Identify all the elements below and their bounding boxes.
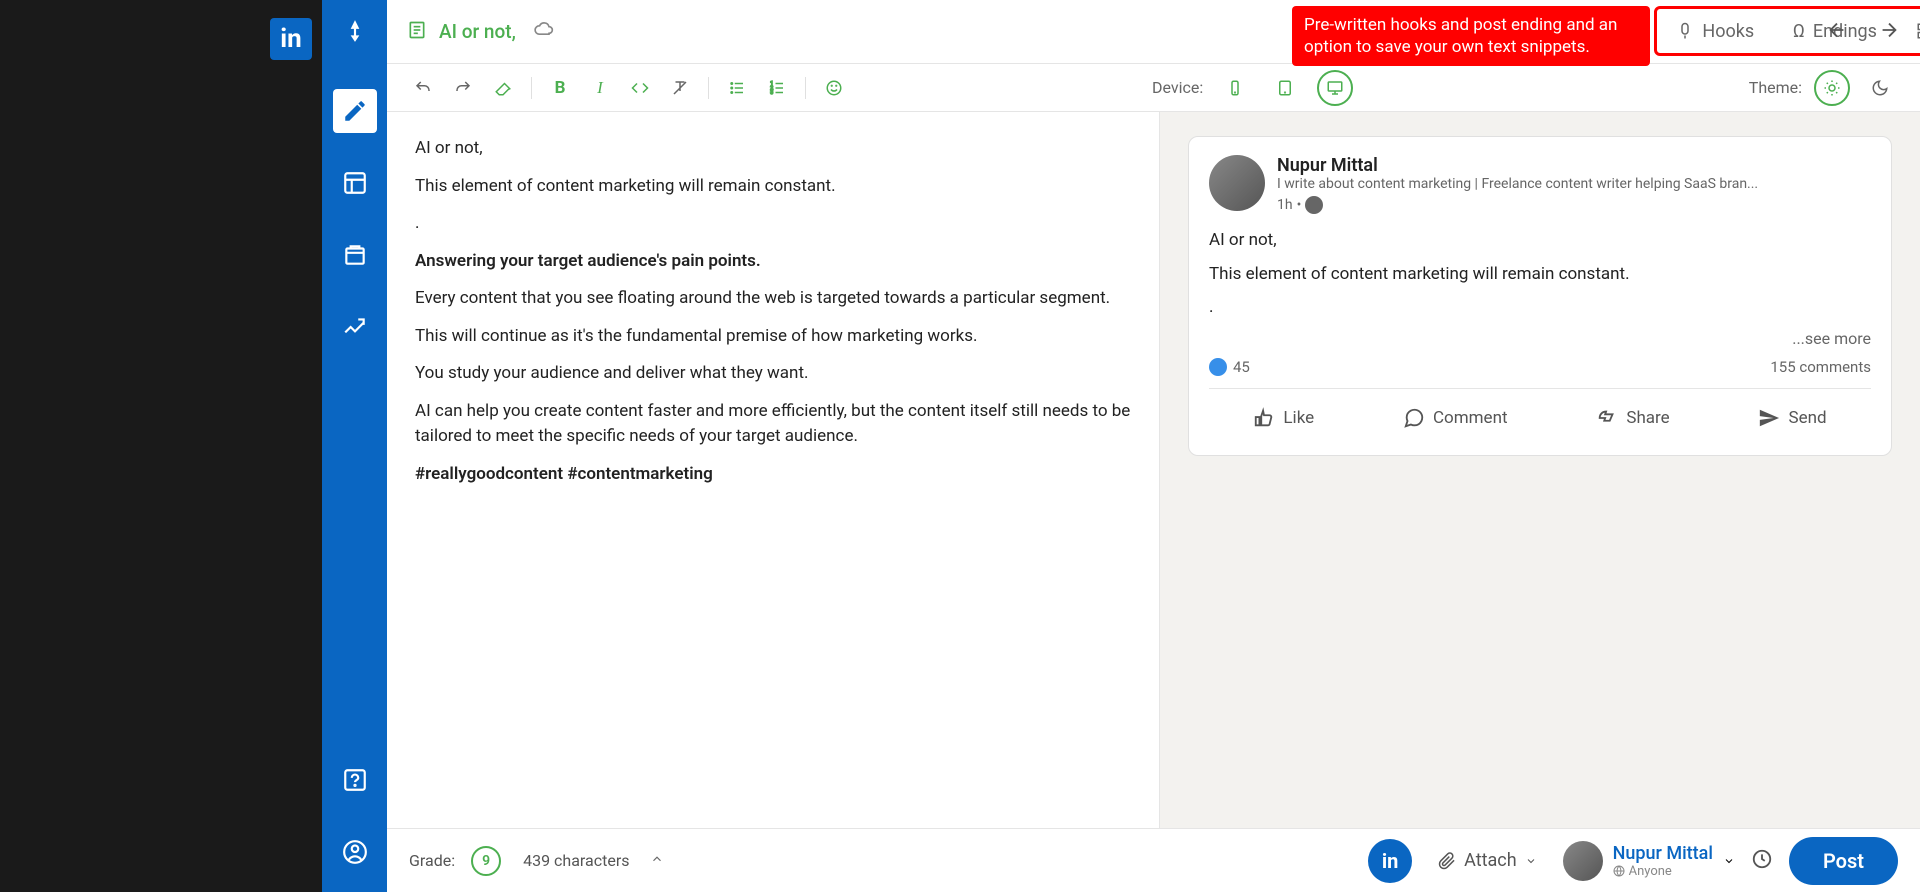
see-more-link[interactable]: ...see more — [1209, 329, 1871, 348]
reactions[interactable]: 45 — [1209, 358, 1250, 376]
grade-label: Grade: — [409, 851, 455, 870]
posting-as-user[interactable]: Nupur Mittal Anyone — [1563, 841, 1735, 881]
editor-line: . — [415, 211, 1131, 237]
nav-forward-icon[interactable] — [1878, 19, 1900, 45]
svg-text:3: 3 — [770, 90, 773, 96]
top-bar: AI or not, Pre-written hooks and post en… — [387, 0, 1920, 64]
bullet-list-button[interactable] — [721, 72, 753, 104]
nav-help[interactable] — [333, 758, 377, 802]
chevron-up-icon[interactable] — [650, 851, 664, 870]
nav-back-icon[interactable] — [1826, 19, 1848, 45]
clear-format-button[interactable] — [664, 72, 696, 104]
comment-count[interactable]: 155 comments — [1770, 358, 1871, 376]
theme-label: Theme: — [1749, 78, 1802, 97]
editor-line: You study your audience and deliver what… — [415, 361, 1131, 387]
avatar — [1209, 155, 1265, 211]
editor-line: AI can help you create content faster an… — [415, 399, 1131, 450]
comment-button[interactable]: Comment — [1387, 399, 1524, 437]
nav-drafts[interactable] — [333, 233, 377, 277]
nav-templates[interactable] — [333, 161, 377, 205]
nav-profile[interactable] — [333, 830, 377, 874]
footer-bar: Grade: 9 439 characters in Attach Nupur … — [387, 828, 1920, 892]
device-mobile-button[interactable] — [1217, 70, 1253, 106]
separator — [708, 77, 709, 99]
left-sidebar — [322, 0, 387, 892]
editor-line: This element of content marketing will r… — [415, 174, 1131, 200]
document-title[interactable]: AI or not, — [439, 20, 516, 43]
omega-icon: Ω — [1793, 21, 1805, 42]
linkedin-post-preview: Nupur Mittal I write about content marke… — [1188, 136, 1892, 456]
numbered-list-button[interactable]: 123 — [761, 72, 793, 104]
app-logo — [342, 18, 368, 51]
globe-icon — [1305, 196, 1323, 214]
emoji-button[interactable] — [818, 72, 850, 104]
audience-label: Anyone — [1613, 864, 1713, 879]
share-button[interactable]: Share — [1580, 399, 1685, 437]
hooks-button[interactable]: Hooks — [1666, 15, 1764, 48]
code-button[interactable] — [624, 72, 656, 104]
app-window: AI or not, Pre-written hooks and post en… — [322, 0, 1920, 892]
post-time: 1h • — [1277, 196, 1871, 214]
nav-edit[interactable] — [333, 89, 377, 133]
reaction-icon — [1209, 358, 1227, 376]
send-button[interactable]: Send — [1742, 399, 1842, 437]
content-row: AI or not, This element of content marke… — [387, 112, 1920, 828]
editor-line: Every content that you see floating arou… — [415, 286, 1131, 312]
post-line: . — [1209, 295, 1871, 321]
editor-line: Answering your target audience's pain po… — [415, 249, 1131, 275]
post-line: AI or not, — [1209, 228, 1871, 254]
user-name: Nupur Mittal — [1613, 843, 1713, 864]
nav-arrows — [1826, 0, 1900, 64]
theme-light-button[interactable] — [1814, 70, 1850, 106]
reaction-count: 45 — [1233, 358, 1250, 376]
document-icon — [407, 20, 427, 44]
editor-line: This will continue as it's the fundament… — [415, 324, 1131, 350]
nav-analytics[interactable] — [333, 305, 377, 349]
separator — [805, 77, 806, 99]
linkedin-icon[interactable]: in — [1368, 839, 1412, 883]
italic-button[interactable]: I — [584, 72, 616, 104]
post-meta: Nupur Mittal I write about content marke… — [1277, 155, 1871, 214]
callout-snippets: Pre-written hooks and post ending and an… — [1292, 6, 1650, 66]
preview-pane: Nupur Mittal I write about content marke… — [1160, 112, 1920, 828]
post-header: Nupur Mittal I write about content marke… — [1209, 155, 1871, 214]
chevron-down-icon — [1723, 855, 1735, 867]
bold-button[interactable]: B — [544, 72, 576, 104]
device-tablet-button[interactable] — [1267, 70, 1303, 106]
like-button[interactable]: Like — [1237, 399, 1330, 437]
author-name: Nupur Mittal — [1277, 155, 1871, 176]
post-actions: Like Comment Share Send — [1209, 388, 1871, 437]
text-editor[interactable]: AI or not, This element of content marke… — [387, 112, 1160, 828]
character-count: 439 characters — [523, 851, 629, 870]
schedule-icon[interactable] — [1751, 848, 1773, 874]
redo-button[interactable] — [447, 72, 479, 104]
separator — [531, 77, 532, 99]
mini-avatar — [1563, 841, 1603, 881]
grade-badge[interactable]: 9 — [471, 846, 501, 876]
post-stats: 45 155 comments — [1209, 358, 1871, 376]
author-bio: I write about content marketing | Freela… — [1277, 176, 1871, 192]
post-line: This element of content marketing will r… — [1209, 262, 1871, 288]
attach-button[interactable]: Attach — [1428, 844, 1547, 877]
snippets-button[interactable]: Snippets — [1906, 15, 1920, 48]
backdrop-sidebar-blur — [200, 0, 320, 892]
device-toggle-group: Device: — [1152, 70, 1353, 106]
theme-toggle-group: Theme: — [1749, 70, 1898, 106]
post-button[interactable]: Post — [1789, 837, 1898, 885]
device-desktop-button[interactable] — [1317, 70, 1353, 106]
cloud-sync-icon — [534, 20, 554, 44]
theme-dark-button[interactable] — [1862, 70, 1898, 106]
device-label: Device: — [1152, 78, 1203, 97]
main-panel: AI or not, Pre-written hooks and post en… — [387, 0, 1920, 892]
editor-line: AI or not, — [415, 136, 1131, 162]
hooks-label: Hooks — [1702, 21, 1754, 42]
undo-button[interactable] — [407, 72, 439, 104]
eraser-button[interactable] — [487, 72, 519, 104]
editor-hashtags: #reallygoodcontent #contentmarketing — [415, 462, 1131, 488]
editor-toolbar: B I 123 Device: Theme: — [387, 64, 1920, 112]
post-body: AI or not, This element of content marke… — [1209, 228, 1871, 321]
